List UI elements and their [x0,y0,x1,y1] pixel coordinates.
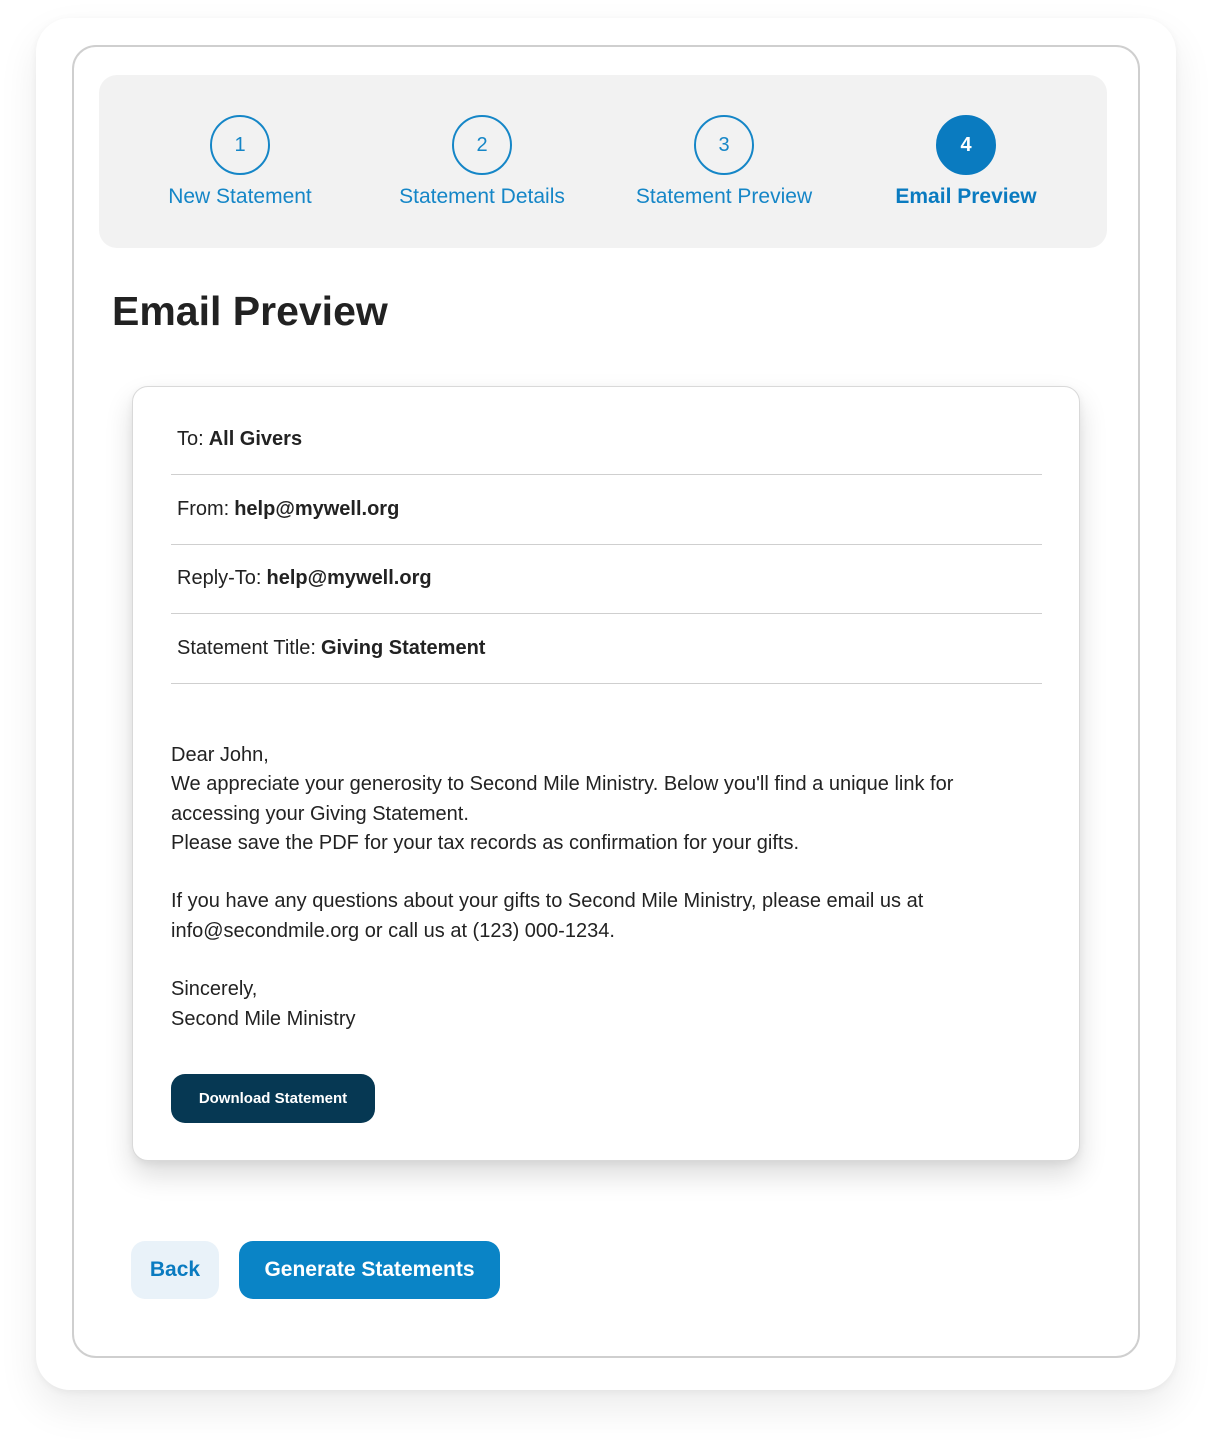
to-label: To: [177,428,204,450]
reply-to-value: help@mywell.org [266,567,432,589]
email-greeting: Dear John, [171,744,269,766]
step-statement-details[interactable]: 2 Statement Details [361,115,603,209]
step-new-statement[interactable]: 1 New Statement [119,115,361,209]
email-statement-title-row: Statement Title: Giving Statement [171,614,1042,684]
step-number-circle: 2 [452,115,512,175]
email-to-row: To: All Givers [171,405,1042,475]
step-label: Statement Preview [635,185,813,208]
email-paragraph-1: We appreciate your generosity to Second … [171,773,954,825]
email-reply-to-row: Reply-To: help@mywell.org [171,544,1042,614]
from-label: From: [177,498,230,520]
email-closing: Sincerely, [171,978,258,1001]
email-paragraph-3: If you have any questions about your gif… [171,890,924,942]
step-number-circle-active: 4 [936,115,996,175]
reply-to-label: Reply-To: [177,567,262,589]
stepper: 1 New Statement 2 Statement Details 3 St… [99,75,1107,248]
email-from-row: From: help@mywell.org [171,475,1042,545]
email-signature: Second Mile Ministry [171,1007,356,1030]
email-body: Dear John, We appreciate your generosity… [171,741,1042,1034]
step-label: New Statement [168,185,312,208]
to-value: All Givers [208,428,303,450]
step-number-circle: 3 [694,115,754,175]
download-statement-button[interactable]: Download Statement [171,1074,375,1123]
email-preview-card: To: All Givers From: help@mywell.org Rep… [132,386,1080,1161]
statement-title-value: Giving Statement [320,637,486,659]
generate-statements-button[interactable]: Generate Statements [239,1241,500,1299]
statement-title-label: Statement Title: [177,637,316,659]
step-label-active: Email Preview [895,185,1037,208]
step-number-circle: 1 [210,115,270,175]
step-statement-preview[interactable]: 3 Statement Preview [603,115,845,209]
back-button[interactable]: Back [131,1241,219,1299]
step-email-preview[interactable]: 4 Email Preview [845,115,1087,209]
step-label: Statement Details [399,185,565,208]
from-value: help@mywell.org [234,498,400,520]
page-title: Email Preview [112,288,388,334]
email-paragraph-2: Please save the PDF for your tax records… [171,831,800,854]
